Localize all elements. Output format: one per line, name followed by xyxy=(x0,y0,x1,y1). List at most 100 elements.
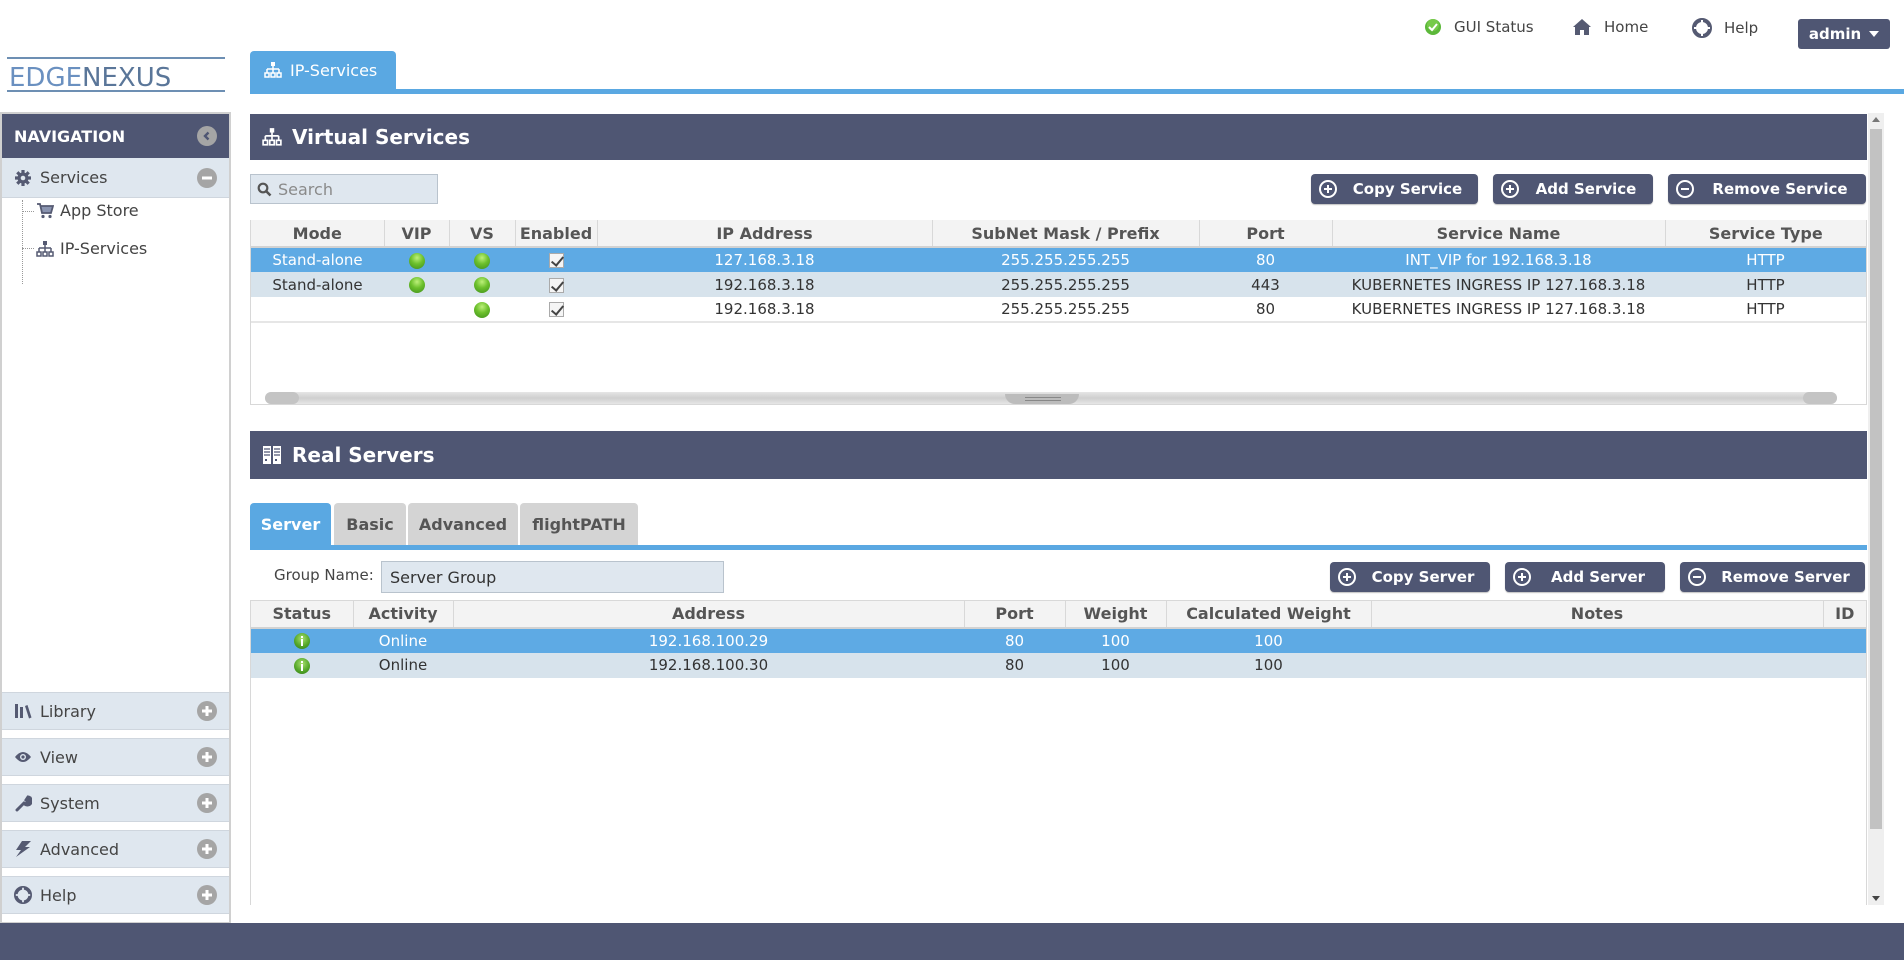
column-header-notes[interactable]: Notes xyxy=(1371,600,1824,629)
help-link[interactable]: Help xyxy=(1692,18,1758,38)
scrollbar-thumb-left[interactable] xyxy=(265,392,299,404)
sidebar-group-help[interactable]: Help xyxy=(2,876,229,914)
enabled-checkbox[interactable] xyxy=(548,277,564,293)
tab-basic[interactable]: Basic xyxy=(334,503,406,545)
sidebar-item-ip-services-label: IP-Services xyxy=(60,239,148,258)
column-header-calculated-weight[interactable]: Calculated Weight xyxy=(1166,600,1372,629)
user-menu-button[interactable]: admin xyxy=(1798,19,1890,49)
table-row[interactable]: Online 192.168.100.29 80 100 100 xyxy=(251,627,1866,653)
remove-service-button[interactable]: Remove Service xyxy=(1668,174,1866,204)
collapse-services-button[interactable] xyxy=(197,167,217,188)
cell-vs xyxy=(449,272,515,297)
sidebar-group-view[interactable]: View xyxy=(2,738,229,776)
plus-circle-icon xyxy=(1501,180,1519,198)
sidebar-item-app-store[interactable]: App Store xyxy=(36,201,139,220)
resize-grip-handle[interactable] xyxy=(1005,394,1079,404)
tree-connector xyxy=(22,211,34,212)
remove-server-button[interactable]: Remove Server xyxy=(1680,562,1865,592)
home-link[interactable]: Home xyxy=(1572,18,1648,36)
tab-ip-services[interactable]: IP-Services xyxy=(250,51,396,89)
logo-text-edge: EDGE xyxy=(9,63,83,93)
copy-server-button[interactable]: Copy Server xyxy=(1330,562,1490,592)
expand-view-button[interactable] xyxy=(197,747,217,767)
column-header-port[interactable]: Port xyxy=(1199,220,1333,248)
add-service-button[interactable]: Add Service xyxy=(1493,174,1653,204)
enabled-checkbox[interactable] xyxy=(548,253,564,268)
copy-server-label: Copy Server xyxy=(1371,568,1475,586)
expand-help-button[interactable] xyxy=(197,885,217,905)
search-input[interactable] xyxy=(278,179,428,199)
cell-mode: Stand-alone xyxy=(251,247,384,272)
vertical-scrollbar[interactable] xyxy=(1868,113,1884,905)
edgenexus-logo: EDGENEXUS xyxy=(7,57,225,93)
scrollbar-thumb-right[interactable] xyxy=(1803,392,1837,404)
plus-icon xyxy=(202,752,212,762)
footer-bar xyxy=(0,923,1904,960)
navigation-header: NAVIGATION xyxy=(2,114,229,158)
table-row[interactable]: Online 192.168.100.30 80 100 100 xyxy=(251,652,1866,678)
column-header-subnet-mask[interactable]: SubNet Mask / Prefix xyxy=(932,220,1200,248)
tab-advanced[interactable]: Advanced xyxy=(408,503,518,545)
copy-service-button[interactable]: Copy Service xyxy=(1311,174,1478,204)
table-row[interactable]: Stand-alone 127.168.3.18 255.255.255.255… xyxy=(251,247,1866,272)
tab-server[interactable]: Server xyxy=(250,503,331,545)
column-header-ip-address[interactable]: IP Address xyxy=(597,220,933,248)
group-name-input[interactable] xyxy=(381,561,724,593)
cell-calculated-weight: 100 xyxy=(1166,652,1371,678)
cell-address: 192.168.100.29 xyxy=(453,627,964,653)
column-header-address[interactable]: Address xyxy=(453,600,965,629)
column-header-port[interactable]: Port xyxy=(964,600,1066,629)
gui-status-link[interactable]: GUI Status xyxy=(1424,18,1534,36)
cell-port: 443 xyxy=(1199,272,1332,297)
table-row[interactable]: Stand-alone 192.168.3.18 255.255.255.255… xyxy=(251,272,1866,297)
scroll-down-arrow-icon[interactable] xyxy=(1872,896,1880,901)
sidebar-group-help-label: Help xyxy=(40,885,77,905)
gear-icon xyxy=(15,169,31,186)
cell-enabled xyxy=(515,272,597,297)
vip-status-green-icon xyxy=(408,277,425,293)
sidebar-group-library[interactable]: Library xyxy=(2,692,229,730)
cell-service-name: INT_VIP for 192.168.3.18 xyxy=(1332,247,1665,272)
online-status-icon xyxy=(294,633,310,649)
tab-flightpath[interactable]: flightPATH xyxy=(520,503,638,545)
cell-mode xyxy=(251,297,384,322)
add-server-button[interactable]: Add Server xyxy=(1505,562,1665,592)
expand-library-button[interactable] xyxy=(197,701,217,721)
scrollbar-thumb[interactable] xyxy=(1870,129,1882,829)
sidebar-item-ip-services[interactable]: IP-Services xyxy=(36,239,147,258)
scroll-up-arrow-icon[interactable] xyxy=(1872,117,1880,122)
expand-system-button[interactable] xyxy=(197,793,217,813)
column-header-service-name[interactable]: Service Name xyxy=(1332,220,1666,248)
plus-circle-icon xyxy=(1338,568,1356,586)
horizontal-scrollbar[interactable] xyxy=(265,392,1837,404)
cell-enabled xyxy=(515,247,597,272)
column-header-service-type[interactable]: Service Type xyxy=(1665,220,1866,248)
chevron-left-icon xyxy=(203,131,210,141)
help-label: Help xyxy=(1724,19,1759,37)
sidebar-group-advanced[interactable]: Advanced xyxy=(2,830,229,868)
column-header-enabled[interactable]: Enabled xyxy=(515,220,598,248)
home-icon xyxy=(1573,19,1591,35)
column-header-weight[interactable]: Weight xyxy=(1065,600,1167,629)
search-box xyxy=(250,174,438,204)
cell-notes xyxy=(1371,627,1823,653)
column-header-activity[interactable]: Activity xyxy=(353,600,454,629)
sidebar-group-system[interactable]: System xyxy=(2,784,229,822)
collapse-sidebar-button[interactable] xyxy=(197,126,217,146)
cell-vs xyxy=(449,247,515,272)
expand-advanced-button[interactable] xyxy=(197,839,217,859)
plus-circle-icon xyxy=(1513,568,1531,586)
table-row[interactable]: 192.168.3.18 255.255.255.255 80 KUBERNET… xyxy=(251,297,1866,322)
wrench-icon xyxy=(15,795,32,812)
enabled-checkbox[interactable] xyxy=(548,302,564,317)
tree-connector xyxy=(22,248,34,249)
real-servers-header: Real Servers xyxy=(250,431,1867,479)
sidebar-group-services[interactable]: Services xyxy=(2,158,229,198)
virtual-services-header: Virtual Services xyxy=(250,114,1867,160)
column-header-vs[interactable]: VS xyxy=(449,220,516,248)
column-header-vip[interactable]: VIP xyxy=(384,220,450,248)
add-service-label: Add Service xyxy=(1535,180,1637,198)
column-header-mode[interactable]: Mode xyxy=(251,220,385,248)
column-header-status[interactable]: Status xyxy=(251,600,354,629)
column-header-id[interactable]: ID xyxy=(1823,600,1866,629)
